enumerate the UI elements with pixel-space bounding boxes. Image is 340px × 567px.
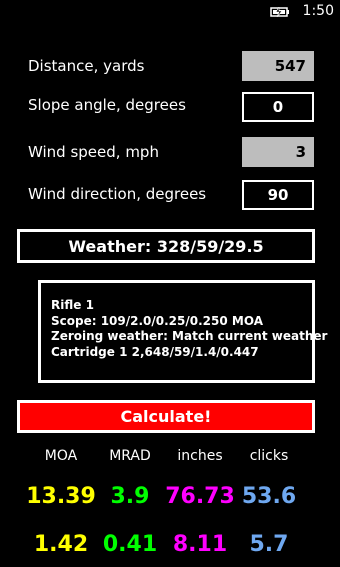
result-mrad-1: 3.9 (110, 484, 150, 509)
battery-charging-icon (270, 7, 289, 17)
status-bar: 1:50 (0, 0, 340, 24)
result-mrad-2: 0.41 (102, 532, 158, 557)
wind-speed-label: Wind speed, mph (28, 143, 159, 161)
result-clicks-1: 53.6 (241, 484, 297, 509)
scope-info: Scope: 109/2.0/0.25/0.250 MOA (51, 313, 264, 328)
weather-button[interactable]: Weather: 328/59/29.5 (17, 229, 315, 263)
distance-label: Distance, yards (28, 57, 145, 75)
inches-header: inches (177, 448, 223, 464)
clicks-header: clicks (249, 448, 289, 464)
result-inches-1: 76.73 (165, 484, 235, 509)
wind-direction-value: 90 (267, 186, 289, 204)
result-clicks-2: 5.7 (249, 532, 289, 557)
result-moa-1: 13.39 (26, 484, 96, 509)
slope-angle-label: Slope angle, degrees (28, 96, 186, 114)
calculate-button[interactable]: Calculate! (17, 400, 315, 433)
result-inches-2: 8.11 (172, 532, 228, 557)
rifle-name: Rifle 1 (51, 298, 94, 312)
distance-value: 547 (274, 57, 306, 75)
slope-angle-field[interactable]: 0 (242, 92, 314, 122)
calculate-label: Calculate! (120, 407, 212, 426)
mrad-header: MRAD (109, 448, 151, 464)
zeroing-weather-info: Zeroing weather: Match current weather (51, 329, 328, 343)
weather-label: Weather: 328/59/29.5 (68, 236, 264, 256)
cartridge-info: Cartridge 1 2,648/59/1.4/0.447 (51, 344, 259, 359)
moa-header: MOA (44, 448, 78, 464)
slope-angle-value: 0 (272, 98, 284, 116)
result-moa-2: 1.42 (33, 532, 89, 557)
rifle-profile-box[interactable]: Rifle 1 Scope: 109/2.0/0.25/0.250 MOA Ze… (38, 280, 328, 383)
clock: 1:50 (302, 3, 334, 19)
distance-field[interactable]: 547 (242, 51, 314, 81)
wind-direction-field[interactable]: 90 (242, 180, 314, 210)
wind-speed-field[interactable]: 3 (242, 137, 314, 167)
wind-direction-label: Wind direction, degrees (28, 185, 207, 203)
wind-speed-value: 3 (295, 143, 306, 161)
